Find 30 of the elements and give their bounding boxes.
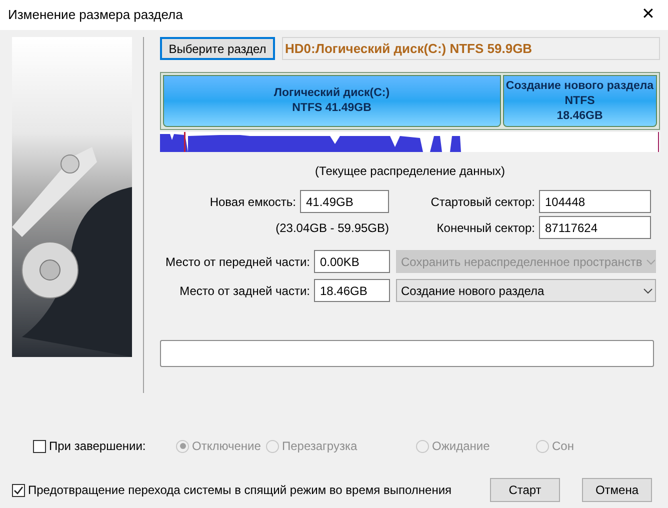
text-field[interactable]: 18.46GB [314, 279, 390, 302]
checkbox-label: Предотвращение перехода системы в спящий режим во время выполнения [28, 482, 452, 499]
range-text: (23.04GB - 59.95GB) [276, 220, 389, 236]
checkbox[interactable] [12, 484, 25, 496]
text-field[interactable]: 41.49GB [300, 190, 389, 213]
distribution-caption: (Текущее распределение данных) [314, 163, 506, 180]
window-title: Изменение размера раздела [8, 6, 183, 24]
text-field[interactable]: 104448 [539, 190, 651, 213]
close-button[interactable]: ✕ [628, 0, 668, 30]
field-label: Конечный сектор: [436, 220, 535, 236]
partition-text: Логический диск(C:) NTFS 41.49GB [274, 86, 390, 116]
text-field[interactable]: 87117624 [539, 216, 651, 239]
partition-info: HD0:Логический диск(C:) NTFS 59.9GB [282, 37, 660, 60]
field-label: Стартовый сектор: [430, 194, 535, 210]
field-label: Место от передней части: [166, 254, 310, 270]
field-label: Новая емкость: [210, 194, 296, 210]
checkbox[interactable] [33, 440, 46, 452]
chevron-down-icon [643, 288, 653, 294]
radio-label: Отключение [192, 438, 261, 455]
partition-block[interactable]: Логический диск(C:) NTFS 41.49GB [163, 75, 501, 127]
checkbox-label: При завершении: [49, 438, 146, 455]
select-partition-button[interactable]: Выберите раздел [160, 37, 275, 60]
dropdown[interactable]: Создание нового раздела [396, 279, 656, 302]
start-button[interactable]: Старт [490, 478, 560, 502]
radio-label: Сон [552, 438, 574, 455]
radio-label: Перезагрузка [282, 438, 358, 455]
cancel-button[interactable]: Отмена [582, 478, 652, 502]
radio-label: Ожидание [432, 438, 490, 455]
field-label: Место от задней части: [180, 282, 310, 300]
chevron-down-icon [646, 258, 655, 264]
